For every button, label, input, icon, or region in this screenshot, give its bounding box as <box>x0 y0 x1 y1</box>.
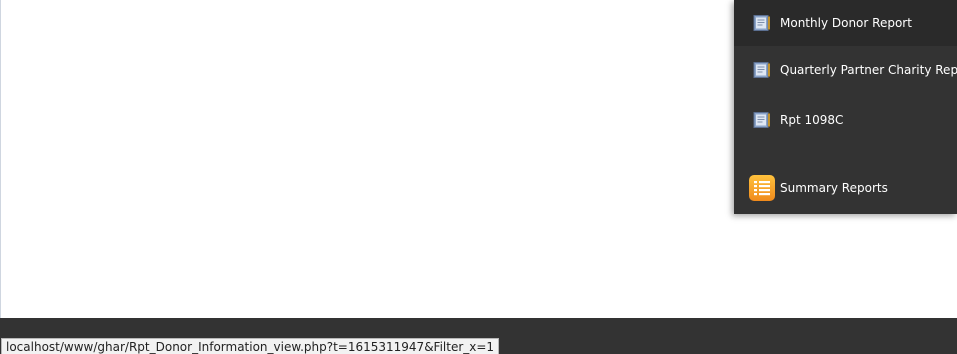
page-left-border <box>0 0 1 318</box>
menu-item-rpt-1098c[interactable]: Rpt 1098C <box>734 97 957 143</box>
report-book-icon <box>753 15 771 32</box>
menu-item-label: Summary Reports <box>780 181 888 195</box>
reports-dropdown-menu: Monthly Donor Report Quarterly Partner C… <box>734 0 957 214</box>
status-bar-url: localhost/www/ghar/Rpt_Donor_Information… <box>1 338 500 354</box>
menu-item-summary-reports[interactable]: Summary Reports <box>734 165 957 211</box>
summary-list-icon <box>748 174 776 202</box>
menu-item-monthly-donor-report[interactable]: Monthly Donor Report <box>734 0 957 46</box>
report-book-icon <box>753 112 771 129</box>
menu-item-label: Quarterly Partner Charity Report <box>780 63 957 77</box>
report-book-icon <box>753 62 771 79</box>
page: Monthly Donor Report Quarterly Partner C… <box>0 0 957 354</box>
menu-item-label: Monthly Donor Report <box>780 16 912 30</box>
menu-item-quarterly-partner-charity-report[interactable]: Quarterly Partner Charity Report <box>734 47 957 93</box>
menu-item-label: Rpt 1098C <box>780 113 844 127</box>
